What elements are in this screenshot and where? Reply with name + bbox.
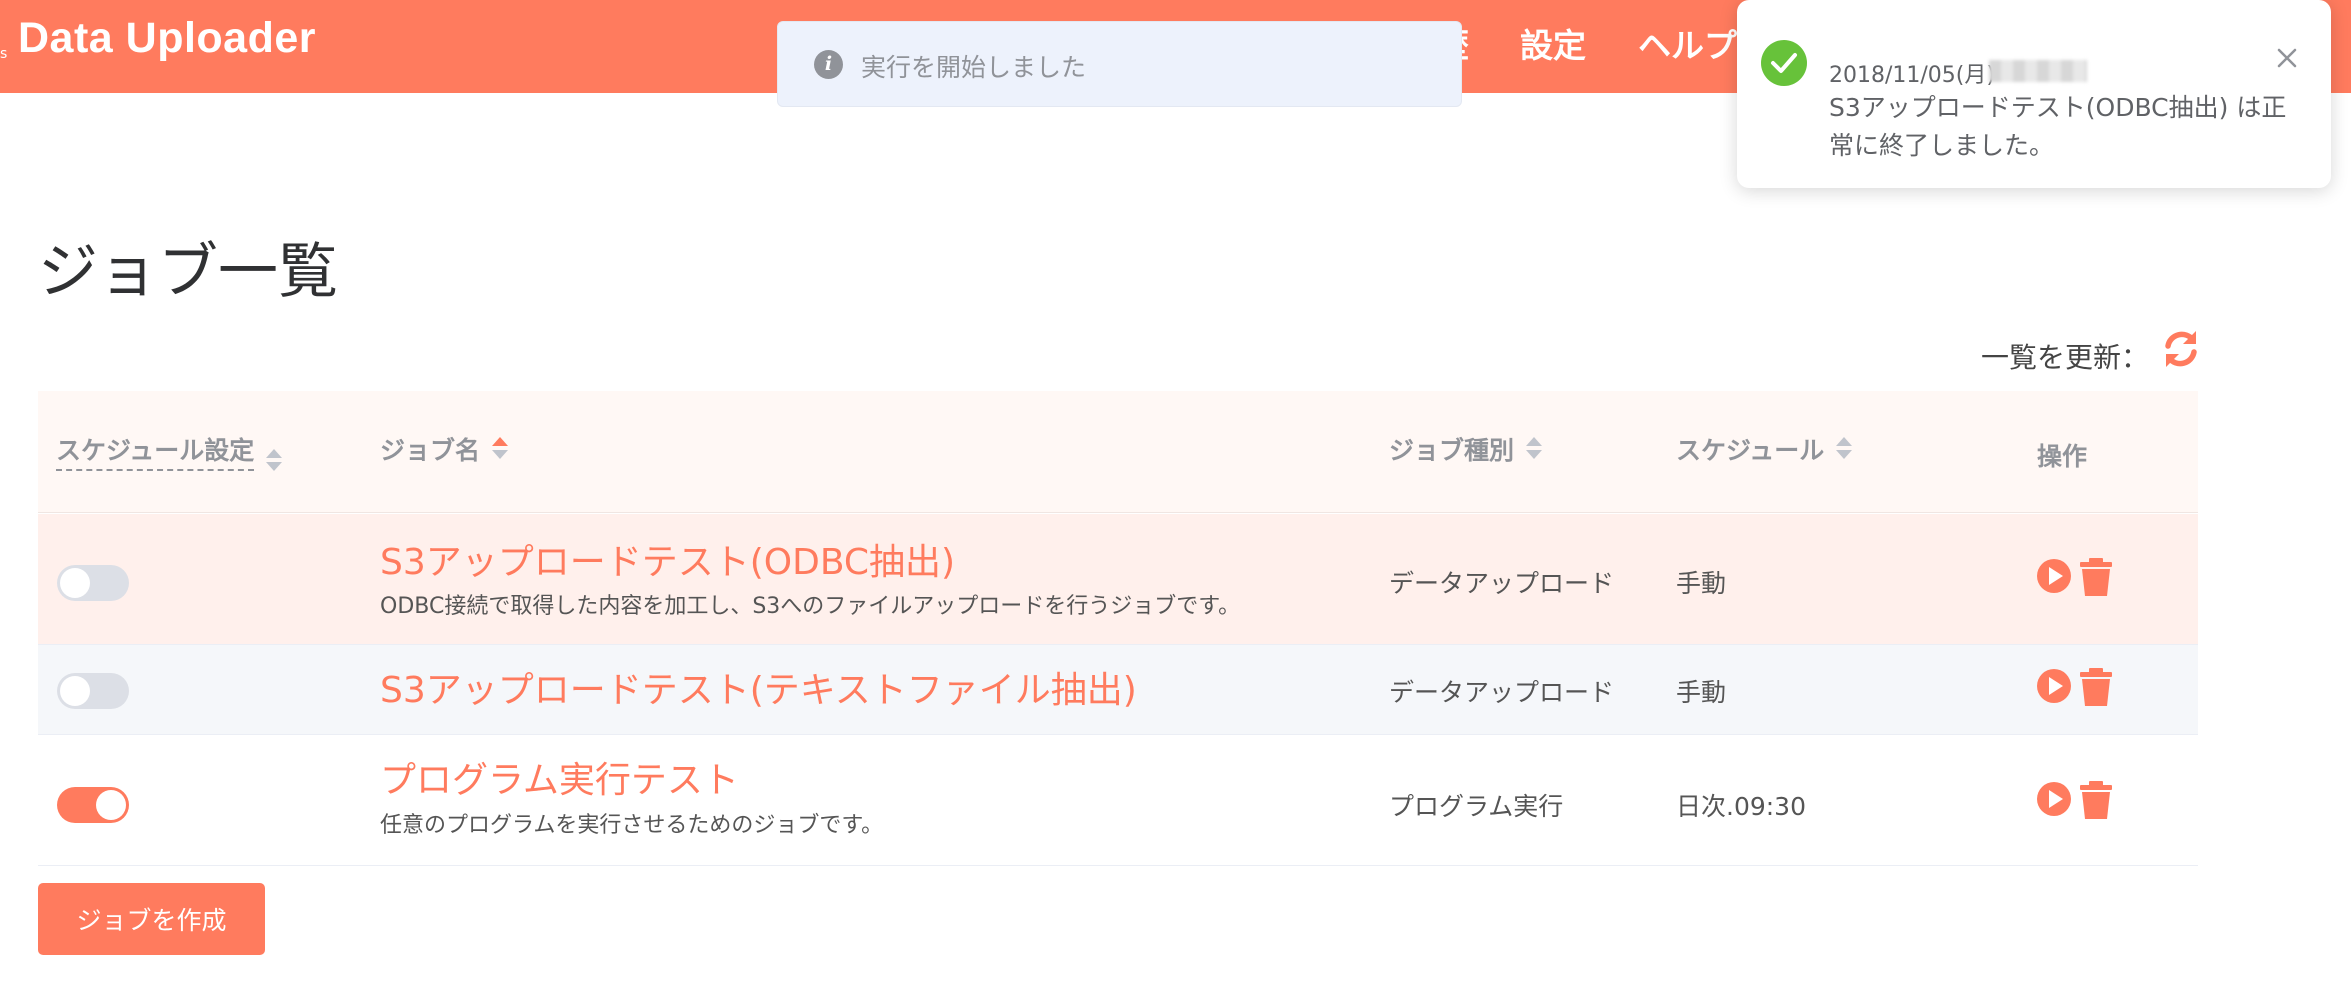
info-icon: i [814,50,843,79]
trash-icon[interactable] [2080,558,2112,596]
table-header: スケジュール設定 ジョブ名 ジョブ種別 スケジュール 操作 [38,391,2198,513]
table-row: プログラム実行テスト 任意のプログラムを実行させるためのジョブです。 プログラム… [38,735,2198,866]
table-row: S3アップロードテスト(ODBC抽出) ODBC接続で取得した内容を加工し、S3… [38,514,2198,645]
job-type: プログラム実行 [1389,792,1564,821]
refresh-icon[interactable] [2160,328,2202,370]
sort-icon[interactable] [1836,437,1853,461]
trash-icon[interactable] [2080,781,2112,819]
sort-icon[interactable] [266,449,283,473]
row-operations [2037,558,2117,598]
job-name-link[interactable]: S3アップロードテスト(ODBC抽出) [380,533,955,585]
schedule-toggle[interactable] [57,787,129,823]
app-logo[interactable]: Data Uploader [18,14,316,63]
sort-icon[interactable] [492,437,509,461]
redacted-text [1989,60,2087,82]
trash-icon[interactable] [2080,668,2112,706]
schedule-toggle[interactable] [57,673,129,709]
success-notification: 2018/11/05(月) S3アップロードテスト(ODBC抽出) は正常に終了… [1737,0,2331,188]
job-schedule: 手動 [1676,569,1727,598]
column-header-schedule[interactable]: スケジュール [1676,431,1853,467]
info-toast: i 実行を開始しました [777,21,1462,107]
notification-message: S3アップロードテスト(ODBC抽出) は正常に終了しました。 [1829,93,2287,160]
job-name-link[interactable]: プログラム実行テスト [380,751,739,803]
refresh-label: 一覧を更新： [1981,341,2150,374]
nav-item-help[interactable]: ヘルプ [1638,19,1737,67]
column-header-operation: 操作 [2037,442,2088,471]
row-operations [2037,781,2117,821]
check-circle-icon [1761,40,1807,86]
job-name-link[interactable]: S3アップロードテスト(テキストファイル抽出) [380,661,1137,713]
job-type: データアップロード [1389,569,1615,598]
schedule-toggle[interactable] [57,565,129,601]
play-icon[interactable] [2037,669,2071,703]
page-title: ジョブ一覧 [38,237,338,307]
job-description: 任意のプログラムを実行させるためのジョブです。 [380,813,884,838]
job-description: ODBC接続で取得した内容を加工し、S3へのファイルアップロードを行うジョブです… [380,594,1241,619]
row-operations [2037,668,2117,708]
column-header-job-name[interactable]: ジョブ名 [380,431,509,467]
notification-date: 2018/11/05(月) [1829,63,1995,88]
brand-prefix: s [0,46,8,62]
sort-icon[interactable] [1526,437,1543,461]
table-row: S3アップロードテスト(テキストファイル抽出) データアップロード 手動 [38,645,2198,735]
job-type: データアップロード [1389,678,1615,707]
close-icon[interactable] [2273,44,2301,72]
column-header-job-type[interactable]: ジョブ種別 [1389,431,1543,467]
info-toast-message: 実行を開始しました [861,53,1087,82]
column-header-schedule-setting[interactable]: スケジュール設定 [56,431,283,473]
play-icon[interactable] [2037,782,2071,816]
job-schedule: 日次.09:30 [1676,792,1806,821]
play-icon[interactable] [2037,559,2071,593]
create-job-button[interactable]: ジョブを作成 [38,883,265,955]
nav-item-settings[interactable]: 設定 [1520,19,1586,67]
job-schedule: 手動 [1676,678,1727,707]
